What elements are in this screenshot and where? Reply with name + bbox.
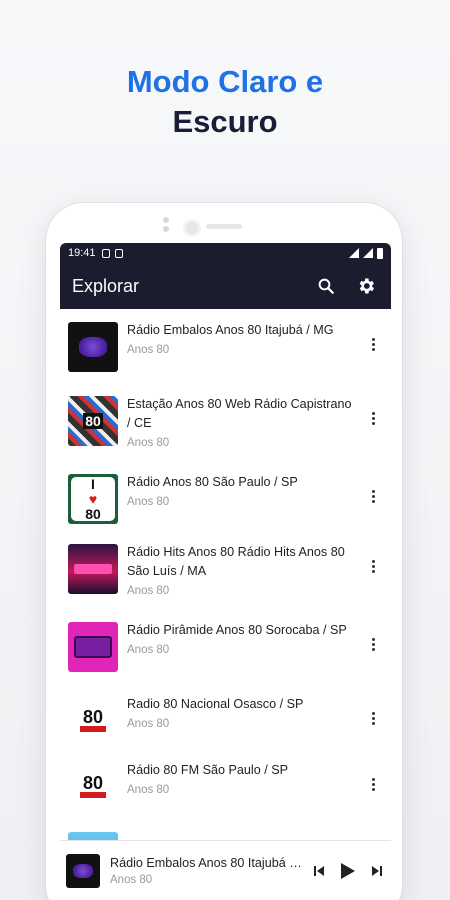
play-button[interactable] — [337, 860, 359, 882]
more-vert-icon — [371, 417, 375, 420]
heart-logo-shape — [73, 863, 93, 878]
logo-red-strip — [80, 726, 106, 732]
heart-logo-shape — [79, 337, 107, 357]
phone-speaker — [206, 224, 242, 229]
more-options-button[interactable] — [363, 695, 383, 720]
more-vert-icon — [371, 717, 375, 720]
station-logo: I ♥ 80 — [68, 474, 118, 524]
more-vert-icon — [371, 643, 375, 646]
more-vert-icon — [371, 495, 375, 498]
station-row[interactable]: 80 Radio 80 Nacional Osasco / SP Anos 80 — [60, 683, 391, 749]
station-category: Anos 80 — [127, 437, 170, 449]
previous-button[interactable] — [311, 863, 327, 879]
logo-bar — [74, 564, 112, 574]
station-list: Rádio Embalos Anos 80 Itajubá / MG Anos … — [60, 309, 391, 882]
next-button[interactable] — [369, 863, 385, 879]
skip-previous-icon — [314, 865, 324, 876]
player-station-name: Rádio Embalos Anos 80 Itajubá / MG — [110, 855, 305, 870]
notification-icon — [101, 248, 110, 258]
station-row[interactable]: Rádio Pirâmide Anos 80 Sorocaba / SP Ano… — [60, 609, 391, 683]
status-bar: 19:41 — [60, 243, 391, 263]
wifi-icon — [349, 248, 359, 258]
phone-sensor-dots — [163, 217, 169, 223]
more-vert-icon — [371, 343, 375, 346]
more-options-button[interactable] — [363, 761, 383, 786]
station-row[interactable]: 80 Rádio 80 FM São Paulo / SP Anos 80 — [60, 749, 391, 819]
station-name: Rádio Embalos Anos 80 Itajubá / MG — [127, 323, 334, 337]
station-category: Anos 80 — [127, 718, 170, 730]
station-name: Rádio Anos 80 São Paulo / SP — [127, 475, 298, 489]
station-logo: 80 — [68, 762, 118, 812]
station-row[interactable]: I ♥ 80 Rádio Anos 80 São Paulo / SP Anos… — [60, 461, 391, 531]
logo-text: 80 — [85, 505, 101, 522]
promo-title: Modo Claro e Escuro — [0, 62, 450, 142]
logo-text: I — [91, 475, 95, 492]
i-love-80-logo: I ♥ 80 — [71, 475, 115, 522]
status-time: 19:41 — [68, 247, 96, 259]
station-logo — [68, 622, 118, 672]
station-category: Anos 80 — [127, 644, 170, 656]
logo-text: 80 — [82, 707, 104, 727]
player-station-category: Anos 80 — [110, 873, 153, 886]
player-station-logo — [66, 853, 100, 888]
station-category: Anos 80 — [127, 585, 170, 597]
station-logo: 80 — [68, 696, 118, 746]
heart-icon: ♥ — [88, 490, 98, 507]
app-screen: 19:41 Explorar Rádio Embalos Anos 80 Ita… — [60, 243, 391, 900]
search-button[interactable] — [313, 273, 339, 299]
station-row[interactable]: Rádio Hits Anos 80 Rádio Hits Anos 80 Sã… — [60, 531, 391, 609]
station-category: Anos 80 — [127, 344, 170, 356]
skip-next-icon — [372, 865, 382, 876]
phone-camera — [183, 219, 201, 237]
station-name: Estação Anos 80 Web Rádio Capistrano / C… — [127, 397, 352, 430]
gear-icon — [359, 278, 374, 294]
more-options-button[interactable] — [363, 473, 383, 498]
more-options-button[interactable] — [363, 321, 383, 346]
signal-icon — [363, 248, 373, 258]
page-title: Explorar — [72, 275, 140, 296]
station-category: Anos 80 — [127, 784, 170, 796]
search-icon — [318, 278, 334, 294]
station-row[interactable]: Rádio Embalos Anos 80 Itajubá / MG Anos … — [60, 309, 391, 383]
more-options-button[interactable] — [363, 621, 383, 646]
logo-text: 80 — [83, 413, 103, 429]
station-logo — [68, 322, 118, 372]
play-icon — [341, 862, 355, 879]
more-options-button[interactable] — [363, 543, 383, 568]
station-row[interactable]: 80 Estação Anos 80 Web Rádio Capistrano … — [60, 383, 391, 461]
settings-button[interactable] — [353, 273, 379, 299]
station-name: Rádio 80 FM São Paulo / SP — [127, 763, 289, 777]
more-options-button[interactable] — [363, 395, 383, 420]
more-vert-icon — [371, 783, 375, 786]
cassette-icon — [74, 636, 112, 658]
station-logo — [68, 544, 118, 594]
sd-card-icon — [114, 248, 123, 258]
station-category: Anos 80 — [127, 496, 170, 508]
station-name: Radio 80 Nacional Osasco / SP — [127, 697, 304, 711]
station-name: Rádio Hits Anos 80 Rádio Hits Anos 80 Sã… — [127, 545, 345, 578]
promo-title-line2: Escuro — [172, 104, 278, 139]
app-bar: Explorar — [60, 263, 391, 309]
more-vert-icon — [371, 565, 375, 568]
logo-text: 80 — [82, 773, 104, 793]
logo-red-strip — [80, 792, 106, 798]
battery-icon — [377, 247, 383, 259]
promo-title-line1: Modo Claro e — [126, 64, 324, 99]
station-logo: 80 — [68, 396, 118, 446]
station-name: Rádio Pirâmide Anos 80 Sorocaba / SP — [127, 623, 347, 637]
mini-player[interactable]: Rádio Embalos Anos 80 Itajubá / MG Anos … — [60, 840, 391, 900]
